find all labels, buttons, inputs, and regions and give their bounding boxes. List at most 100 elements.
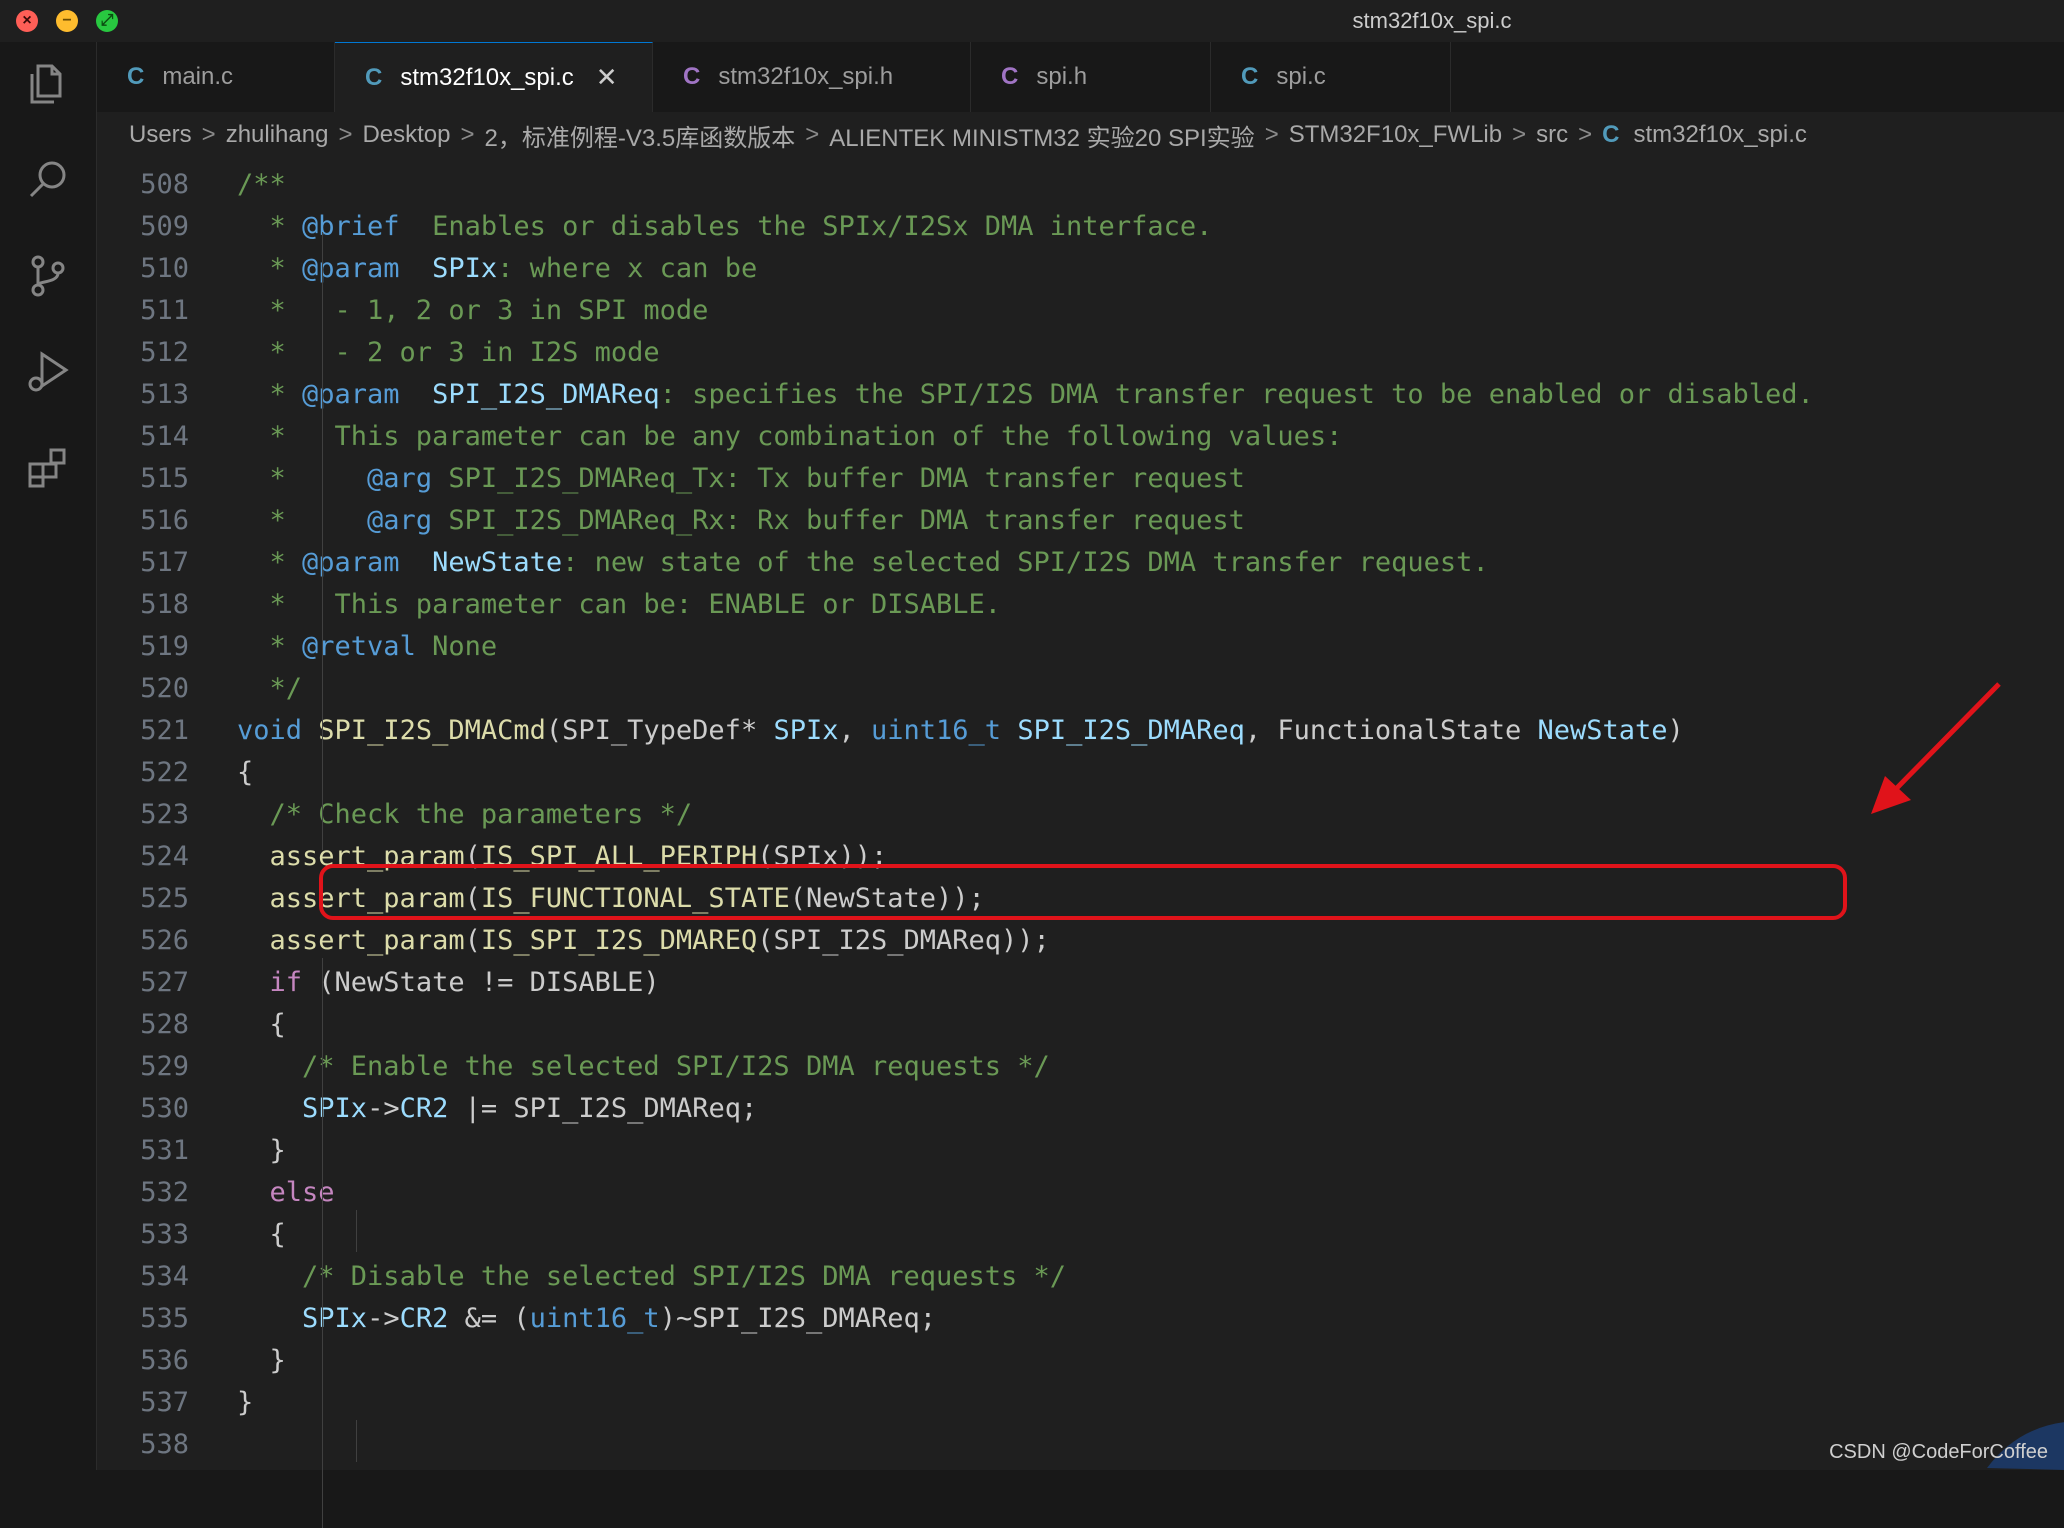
explorer-icon[interactable] [24,60,72,108]
code-text: else [189,1172,335,1214]
code-line[interactable]: 531 } [97,1130,2057,1172]
code-line[interactable]: 517 * @param NewState: new state of the … [97,542,2057,584]
chevron-right-icon: > [1512,121,1527,148]
c-file-icon: C [127,63,145,90]
code-line[interactable]: 527 if (NewState != DISABLE) [97,962,2057,1004]
close-tab-icon[interactable]: ✕ [596,62,618,93]
code-line[interactable]: 513 * @param SPI_I2S_DMAReq: specifies t… [97,374,2057,416]
code-line[interactable]: 512 * - 2 or 3 in I2S mode [97,332,2057,374]
code-text: * This parameter can be: ENABLE or DISAB… [189,584,1002,626]
tab-stm32f10x-spi-h[interactable]: C stm32f10x_spi.h [653,42,971,112]
code-line[interactable]: 514 * This parameter can be any combinat… [97,416,2057,458]
code-line[interactable]: 535 SPIx->CR2 &= (uint16_t)~SPI_I2S_DMAR… [97,1298,2057,1340]
code-line[interactable]: 526 assert_param(IS_SPI_I2S_DMAREQ(SPI_I… [97,920,2057,962]
line-number: 514 [140,421,189,452]
search-icon[interactable] [24,156,72,204]
code-token: * This parameter can be: ENABLE or DISAB… [237,589,1002,620]
code-line[interactable]: 521 void SPI_I2S_DMACmd(SPI_TypeDef* SPIx… [97,710,2057,752]
tab-stm32f10x-spi-c[interactable]: C stm32f10x_spi.c ✕ [335,42,653,112]
code-token: -> [367,1303,400,1334]
code-line[interactable]: 522 { [97,752,2057,794]
title-bar: × − ⤢ stm32f10x_spi.c [0,0,2064,43]
code-line[interactable]: 516 * @arg SPI_I2S_DMAReq_Rx: Rx buffer … [97,500,2057,542]
code-token: &= ( [448,1303,530,1334]
code-token: * [237,505,368,536]
line-number: 510 [140,253,189,284]
code-line[interactable]: 510 * @param SPIx: where x can be [97,248,2057,290]
breadcrumb-item[interactable]: STM32F10x_FWLib [1289,121,1502,149]
breadcrumb-item[interactable]: src [1536,121,1568,149]
code-token: IS_SPI_I2S_DMAREQ [480,925,758,956]
code-line[interactable]: 519 * @retval None [97,626,2057,668]
line-number: 530 [140,1093,189,1124]
breadcrumb-item[interactable]: Desktop [362,121,450,149]
line-number: 512 [140,337,189,368]
code-line[interactable]: 515 * @arg SPI_I2S_DMAReq_Tx: Tx buffer … [97,458,2057,500]
indent-guide [322,958,323,1528]
code-line[interactable]: 523 /* Check the parameters */ [97,794,2057,836]
code-token: @param [302,253,400,284]
line-number: 537 [140,1387,189,1418]
source-control-icon[interactable] [24,252,72,300]
run-debug-icon[interactable] [24,348,72,396]
tab-spi-c[interactable]: C spi.c [1211,42,1451,112]
code-line[interactable]: 530 SPIx->CR2 |= SPI_I2S_DMAReq; [97,1088,2057,1130]
code-token: void [237,715,303,746]
code-text: } [189,1130,286,1172]
code-line[interactable]: 508 /** [97,164,2057,206]
tab-main-c[interactable]: C main.c [97,42,335,112]
code-line[interactable]: 509 * @brief Enables or disables the SPI… [97,206,2057,248]
code-line[interactable]: 533 { [97,1214,2057,1256]
code-line[interactable]: 534 /* Disable the selected SPI/I2S DMA … [97,1256,2057,1298]
code-text: * @param SPI_I2S_DMAReq: specifies the S… [189,374,1814,416]
line-number: 527 [140,967,189,998]
code-token: SPIx [432,253,498,284]
code-token: @param [302,547,400,578]
tab-spi-h[interactable]: C spi.h [971,42,1211,112]
breadcrumb-item[interactable]: 2，标准例程-V3.5库函数版本 [485,118,796,153]
code-text: * @param SPIx: where x can be [189,248,758,290]
code-line[interactable]: 532 else [97,1172,2057,1214]
chevron-right-icon: > [805,121,820,148]
code-line[interactable]: 536 } [97,1340,2057,1382]
c-file-icon: C [365,63,383,91]
line-number: 522 [140,757,189,788]
code-line[interactable]: 528 { [97,1004,2057,1046]
code-line[interactable]: 511 * - 1, 2 or 3 in SPI mode [97,290,2057,332]
indent-guide [356,1420,357,1462]
code-line[interactable]: 520 */ [97,668,2057,710]
code-token: NewState [432,547,563,578]
breadcrumb-item[interactable]: Users [129,121,192,149]
code-token: SPI_I2S_DMAReq_Rx: Rx buffer DMA transfe… [432,505,1245,536]
code-line[interactable]: 537} [97,1382,2057,1424]
indent-guide [356,1210,357,1252]
code-token: : specifies the SPI/I2S DMA transfer req… [659,379,1814,410]
breadcrumb-item[interactable]: zhulihang [226,121,329,149]
code-token: CR2 [399,1303,449,1334]
code-token: assert_param [269,925,465,956]
code-line[interactable]: 529 /* Enable the selected SPI/I2S DMA r… [97,1046,2057,1088]
code-token: (SPI_I2S_DMAReq)); [757,925,1050,956]
code-editor[interactable]: 508 /** 509 * @brief Enables or disables t… [97,158,2064,1528]
code-line[interactable]: 518 * This parameter can be: ENABLE or D… [97,584,2057,626]
line-number: 508 [140,169,189,200]
code-token: { [237,757,254,788]
code-token: * [237,631,303,662]
code-token: , FunctionalState [1244,715,1538,746]
breadcrumb-file[interactable]: stm32f10x_spi.c [1633,121,1806,149]
code-text: SPIx->CR2 &= (uint16_t)~SPI_I2S_DMAReq; [189,1298,936,1340]
line-number: 520 [140,673,189,704]
breadcrumb-item[interactable]: ALIENTEK MINISTM32 实验20 SPI实验 [829,118,1254,153]
line-number: 526 [140,925,189,956]
extensions-icon[interactable] [24,444,72,492]
code-line[interactable]: 538 [97,1424,2057,1466]
code-token: SPI_I2S_DMAReq_Tx: Tx buffer DMA transfe… [432,463,1245,494]
